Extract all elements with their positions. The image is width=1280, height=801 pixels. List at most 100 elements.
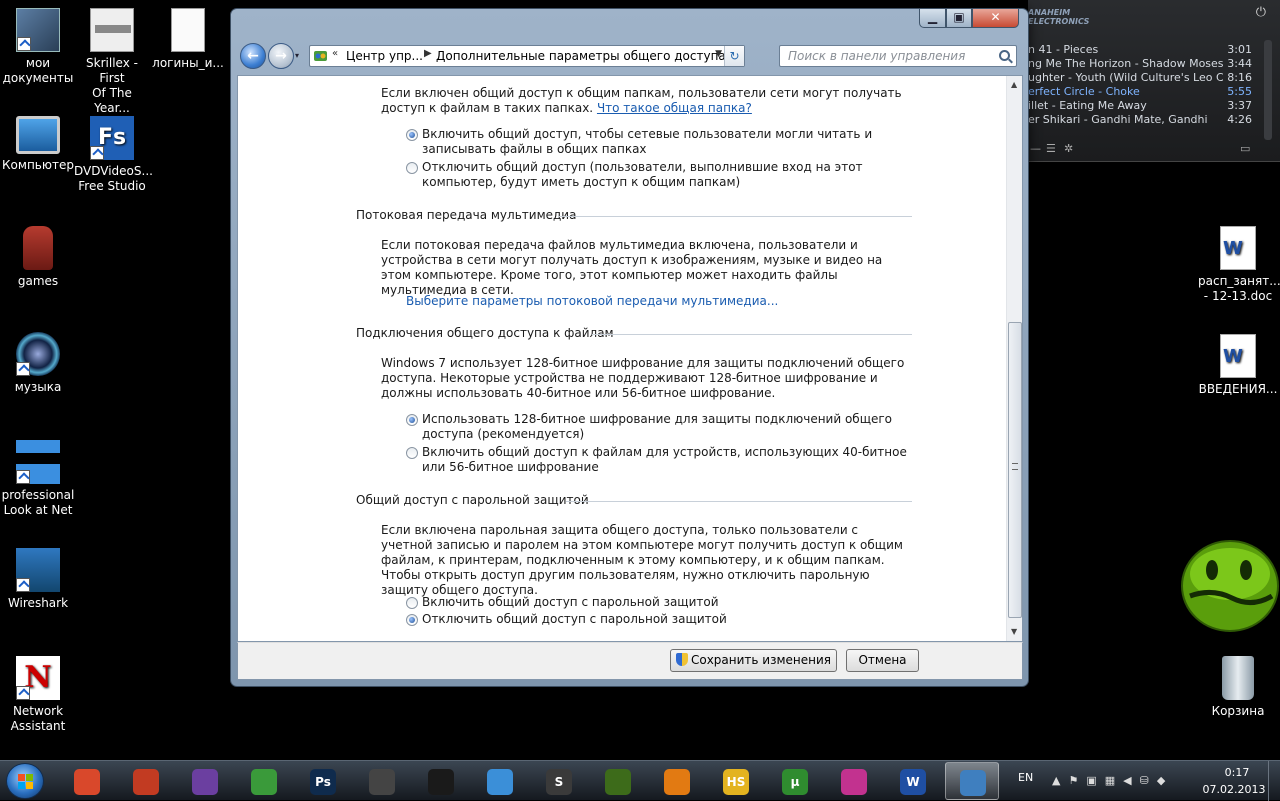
taskbar-app-winamp[interactable] xyxy=(355,762,409,800)
chevron-right-icon[interactable]: ▶ xyxy=(424,48,432,59)
taskbar-app-plant-game[interactable] xyxy=(591,762,645,800)
section-heading-password-protected: Общий доступ с парольной защитой xyxy=(356,493,912,509)
refresh-icon[interactable]: ↻ xyxy=(724,46,744,66)
forward-button[interactable]: → xyxy=(268,43,294,69)
flag-icon[interactable]: ⚑ xyxy=(1068,774,1086,787)
clock-date[interactable]: 07.02.2013 xyxy=(1202,783,1266,796)
desktop-icon-wireshark[interactable]: Wireshark xyxy=(0,548,76,611)
desktop-icon-recycle-bin[interactable]: Корзина xyxy=(1198,656,1278,719)
address-bar[interactable]: « Центр упр... ▶ Дополнительные параметр… xyxy=(309,45,745,67)
desktop-icon-logins[interactable]: логины_и... xyxy=(150,8,226,71)
volume-icon[interactable]: ◀ xyxy=(1123,774,1139,787)
desktop-icon-skrillex[interactable]: Skrillex - First Of The Year... xyxy=(74,8,150,116)
desktop-icon-games[interactable]: games xyxy=(0,226,76,289)
chevron-down-icon[interactable]: ▼ xyxy=(715,49,722,59)
desktop-icon-computer[interactable]: Компьютер xyxy=(0,116,76,173)
playlist-item[interactable]: er Shikari - Gandhi Mate, Gandhi 4:26 xyxy=(1028,113,1280,127)
desktop-icon-label: мои документы xyxy=(2,56,74,85)
track-title: ng Me The Horizon - Shadow Moses xyxy=(1028,57,1223,70)
language-indicator[interactable]: EN xyxy=(1018,771,1033,784)
breadcrumb-item[interactable]: Центр упр... xyxy=(346,49,423,63)
search-input[interactable]: Поиск в панели управления xyxy=(779,45,1017,67)
desktop-icon-vvedenie-doc[interactable]: W ВВЕДЕНИЯ... xyxy=(1198,334,1278,397)
radio-label: Включить общий доступ к файлам для устро… xyxy=(422,445,907,474)
show-hidden-icons-icon[interactable]: ▲ xyxy=(1052,774,1068,787)
device-icon[interactable]: ▣ xyxy=(1086,774,1104,787)
network-icon[interactable]: ▦ xyxy=(1105,774,1123,787)
radio-button[interactable] xyxy=(406,597,418,609)
radio-label: Включить общий доступ, чтобы сетевые пол… xyxy=(422,127,873,156)
radio-button[interactable] xyxy=(406,162,418,174)
winamp-icon xyxy=(369,769,395,795)
taskbar-app-hotspot[interactable]: HS xyxy=(709,762,763,800)
breadcrumb-current[interactable]: Дополнительные параметры общего доступа xyxy=(436,49,726,63)
track-duration: 3:01 xyxy=(1227,43,1252,56)
show-desktop-button[interactable] xyxy=(1268,761,1280,801)
playlist-item[interactable]: illet - Eating Me Away 3:37 xyxy=(1028,99,1280,113)
desktop-icon-dvdvideosoft[interactable]: Fs DVDVideoS... Free Studio xyxy=(74,116,153,194)
search-icon[interactable] xyxy=(999,50,1010,61)
desktop: мои документы Skrillex - First Of The Ye… xyxy=(0,0,1280,760)
playlist-scrollbar[interactable] xyxy=(1264,40,1272,140)
taskbar-app-razer[interactable] xyxy=(414,762,468,800)
image-file-icon xyxy=(90,8,134,52)
taskbar-app-vlc[interactable] xyxy=(650,762,704,800)
desktop-icon-label: Network Assistant xyxy=(10,704,66,733)
desktop-icon-rasp-doc[interactable]: W расп_занят... - 12-13.doc xyxy=(1198,226,1280,304)
track-duration: 3:37 xyxy=(1227,99,1252,112)
desktop-icon-label: games xyxy=(17,274,59,288)
dropbox-icon[interactable]: ◆ xyxy=(1157,774,1173,787)
taskbar-app-word[interactable]: W xyxy=(886,762,940,800)
usb-icon[interactable]: ⛁ xyxy=(1140,774,1157,787)
taskbar-app-music-editor[interactable] xyxy=(473,762,527,800)
taskbar-app-sublime[interactable]: S xyxy=(532,762,586,800)
what-is-shared-folder-link[interactable]: Что такое общая папка? xyxy=(597,101,752,115)
frog-gadget[interactable] xyxy=(1172,536,1280,636)
start-button[interactable] xyxy=(6,763,44,799)
playlist-item[interactable]: n 41 - Pieces 3:01 xyxy=(1028,43,1280,57)
taskbar-app-photoshop[interactable]: Ps xyxy=(296,762,350,800)
close-button[interactable]: ✕ xyxy=(972,9,1019,28)
recent-pages-icon[interactable]: ▾ xyxy=(295,51,299,60)
scroll-up-icon[interactable]: ▲ xyxy=(1011,80,1017,89)
taskbar-app-chrome[interactable] xyxy=(60,762,114,800)
taskbar-app-ccleaner[interactable] xyxy=(119,762,173,800)
uac-shield-icon xyxy=(675,653,688,666)
desktop-icon-my-documents[interactable]: мои документы xyxy=(0,8,76,86)
scroll-down-icon[interactable]: ▼ xyxy=(1011,627,1017,636)
vertical-scrollbar[interactable]: ▲ ▼ xyxy=(1006,76,1022,641)
minimize-button[interactable]: ▁ xyxy=(919,9,946,28)
folder-open-icon[interactable]: ▭ xyxy=(1240,142,1250,155)
playlist-item[interactable]: ng Me The Horizon - Shadow Moses 3:44 xyxy=(1028,57,1280,71)
maximize-button[interactable]: ▣ xyxy=(946,9,972,28)
taskbar-app-map-app[interactable] xyxy=(237,762,291,800)
playlist-item[interactable]: ughter - Youth (Wild Culture's Leo Craz.… xyxy=(1028,71,1280,85)
settings-icon[interactable]: ✲ xyxy=(1064,142,1073,155)
taskbar-app-visual-studio[interactable] xyxy=(178,762,232,800)
chair-icon xyxy=(23,226,53,270)
media-streaming-options-link[interactable]: Выберите параметры потоковой передачи му… xyxy=(406,294,778,308)
power-icon[interactable]: ⏻ xyxy=(1256,5,1266,20)
recycle-bin-icon xyxy=(1222,656,1254,700)
back-button[interactable]: ← xyxy=(240,43,266,69)
remove-icon[interactable]: — xyxy=(1030,142,1041,155)
radio-button-selected[interactable] xyxy=(406,129,418,141)
radio-button-selected[interactable] xyxy=(406,414,418,426)
word-icon: W xyxy=(900,769,926,795)
desktop-icon-network-assistant[interactable]: N Network Assistant xyxy=(0,656,76,734)
list-icon[interactable]: ☰ xyxy=(1046,142,1056,155)
cancel-button[interactable]: Отмена xyxy=(846,649,919,672)
playlist-item-current[interactable]: erfect Circle - Choke 5:55 xyxy=(1028,85,1280,99)
taskbar-app-control-panel[interactable] xyxy=(945,762,999,800)
radio-button-selected[interactable] xyxy=(406,614,418,626)
desktop-icon-music[interactable]: музыка xyxy=(0,332,76,395)
taskbar-app-pink-app[interactable] xyxy=(827,762,881,800)
scrollbar-thumb[interactable] xyxy=(1008,322,1022,618)
navigation-bar: ← → ▾ « Центр упр... ▶ Дополнительные па… xyxy=(237,39,1024,71)
save-changes-button[interactable]: Сохранить изменения xyxy=(670,649,837,672)
speaker-icon xyxy=(16,332,60,376)
taskbar-app-utorrent[interactable]: µ xyxy=(768,762,822,800)
radio-button[interactable] xyxy=(406,447,418,459)
desktop-icon-professional-look-at-net[interactable]: professional Look at Net xyxy=(0,440,76,518)
clock-time[interactable]: 0:17 xyxy=(1214,766,1260,779)
